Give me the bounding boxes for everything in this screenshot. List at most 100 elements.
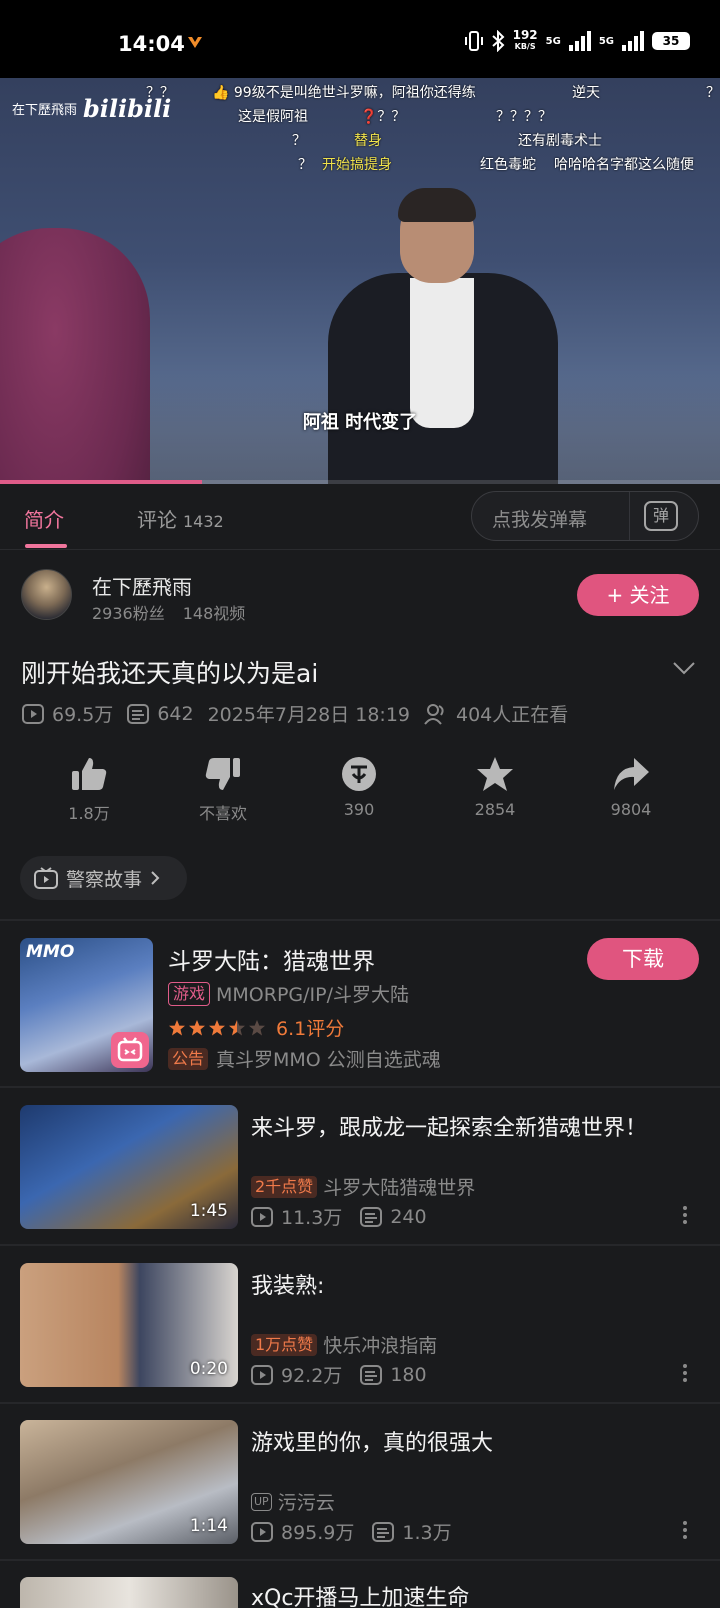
related-thumbnail[interactable]: 1:14: [20, 1420, 238, 1544]
bluetooth-icon: [491, 30, 505, 52]
vibrate-icon: [464, 31, 483, 51]
signal-bars-icon: [622, 31, 644, 51]
tab-comments-label: 评论: [137, 508, 177, 532]
game-rating-stars: 6.1评分: [168, 1014, 344, 1041]
uploader-video-count: 148视频: [182, 604, 246, 623]
follow-button[interactable]: + 关注: [577, 574, 699, 616]
video-person-hair: [398, 188, 476, 222]
related-title[interactable]: xQc开播马上加速生命: [251, 1580, 469, 1608]
related-title[interactable]: 游戏里的你，真的很强大: [251, 1425, 493, 1457]
related-thumbnail[interactable]: 0:20: [20, 1263, 238, 1387]
uploader-name[interactable]: 在下歷飛雨: [92, 571, 192, 600]
section-divider: [0, 1402, 720, 1404]
related-source-name: 污污云: [277, 1492, 335, 1514]
star-icon: [477, 757, 513, 791]
video-title: 刚开始我还天真的以为是ai: [21, 659, 319, 688]
danmaku-item: ？: [292, 133, 306, 149]
video-player[interactable]: 在下歷飛雨 bilibili ？？ 👍 99级不是叫绝世斗罗嘛，阿祖你还得练 逆…: [0, 78, 720, 484]
play-count-icon: [251, 1364, 273, 1385]
video-person-shirt: [410, 278, 474, 428]
game-ad-notice: 公告 真斗罗MMO 公测自选武魂: [168, 1045, 441, 1072]
game-ad-title[interactable]: 斗罗大陆：猎魂世界: [168, 942, 375, 976]
related-views: 92.2万: [281, 1365, 343, 1387]
dislike-label: 不喜欢: [198, 804, 247, 823]
related-duration: 1:45: [189, 1201, 228, 1221]
danmaku-count-icon: [372, 1521, 395, 1542]
signal-label-2: 5G: [598, 35, 614, 47]
game-rating-text: 6.1评分: [276, 1018, 345, 1040]
related-stats: 895.9万 1.3万: [251, 1518, 452, 1545]
danmaku-item: 替身: [354, 133, 382, 149]
rating-star-icon: [209, 1019, 225, 1035]
related-title[interactable]: 我装熟:: [251, 1268, 324, 1300]
tag-chip[interactable]: 警察故事: [20, 856, 187, 900]
watching-count: 404人正在看: [456, 704, 569, 726]
thumbs-up-icon: [72, 758, 107, 790]
related-views: 895.9万: [281, 1522, 355, 1544]
share-button[interactable]: 9804: [586, 756, 676, 819]
tab-comments[interactable]: 评论 1432: [137, 504, 224, 533]
related-thumbnail[interactable]: 1:45: [20, 1105, 238, 1229]
share-count: 9804: [610, 800, 652, 819]
like-button[interactable]: 1.8万: [44, 756, 134, 824]
coin-button[interactable]: 390: [314, 756, 404, 819]
related-stats: 92.2万 180: [251, 1361, 427, 1388]
status-bar: 14:04 192 KB/S 5G 5G 35: [0, 0, 720, 80]
coin-count: 390: [343, 800, 375, 819]
status-time: 14:04: [118, 32, 185, 56]
game-ad-category: 游戏 MMORPG/IP/斗罗大陆: [168, 980, 409, 1007]
signal-bars-icon: [568, 31, 591, 51]
status-right-icons: 192 KB/S 5G 5G 35: [464, 29, 690, 52]
related-thumbnail[interactable]: [20, 1577, 238, 1608]
share-icon: [614, 758, 649, 790]
danmaku-item: ？？: [146, 85, 174, 101]
related-source: UP 污污云: [251, 1488, 335, 1515]
play-count-icon: [251, 1521, 273, 1542]
rating-star-icon: [169, 1019, 185, 1035]
danmaku-item: 红色毒蛇: [480, 157, 536, 173]
danmaku-count: 642: [157, 702, 194, 725]
dislike-button[interactable]: 不喜欢: [178, 756, 268, 824]
related-views: 11.3万: [281, 1207, 343, 1229]
send-danmaku-input[interactable]: 点我发弹幕 弹: [471, 491, 699, 541]
section-divider: [0, 1086, 720, 1088]
danmaku-item: 逆天: [572, 85, 600, 101]
video-meta: 69.5万 642 2025年7月28日 18:19 404人正在看: [22, 700, 568, 727]
related-badge: 1万点赞: [251, 1333, 318, 1356]
danmaku-item: 开始搞提身: [322, 157, 392, 173]
video-subtitle: 阿祖 时代变了: [302, 412, 418, 433]
more-options-icon[interactable]: [682, 1363, 688, 1383]
related-title[interactable]: 来斗罗，跟成龙一起探索全新猎魂世界！: [251, 1110, 647, 1142]
tab-intro[interactable]: 简介: [24, 504, 64, 533]
game-ad-thumbnail[interactable]: MMO: [20, 938, 153, 1072]
tab-active-indicator: [25, 544, 67, 548]
bilibili-game-badge-icon: [111, 1032, 149, 1068]
favorite-button[interactable]: 2854: [450, 756, 540, 819]
uploader-avatar[interactable]: [21, 569, 72, 620]
more-options-icon[interactable]: [682, 1205, 688, 1225]
game-category-text: MMORPG/IP/斗罗大陆: [216, 984, 410, 1006]
danmaku-box-divider: [629, 492, 630, 540]
chevron-down-icon[interactable]: [672, 660, 696, 676]
rating-star-icon: [229, 1019, 245, 1035]
watching-icon: [424, 703, 444, 725]
danmaku-toggle-icon[interactable]: 弹: [644, 501, 678, 531]
more-options-icon[interactable]: [682, 1520, 688, 1540]
download-button[interactable]: 下载: [587, 938, 699, 980]
section-divider: [0, 1244, 720, 1246]
rating-star-icon: [189, 1019, 205, 1035]
video-foreground-figure: [0, 228, 150, 484]
section-divider: [0, 1559, 720, 1561]
danmaku-item: 哈哈哈名字都这么随便: [554, 157, 694, 173]
danmaku-item: 还有剧毒术士: [518, 133, 602, 149]
watermark-uploader: 在下歷飛雨: [12, 103, 78, 118]
up-badge-icon: UP: [251, 1492, 272, 1511]
related-source: 1万点赞 快乐冲浪指南: [251, 1331, 437, 1358]
tv-icon: [34, 867, 58, 889]
thumbs-down-icon: [205, 758, 240, 790]
danmaku-count-icon: [360, 1364, 383, 1385]
coin-icon: [342, 757, 376, 791]
rating-star-icon: [249, 1019, 265, 1035]
related-badge: 2千点赞: [251, 1175, 318, 1198]
related-source: 2千点赞 斗罗大陆猎魂世界: [251, 1173, 475, 1200]
